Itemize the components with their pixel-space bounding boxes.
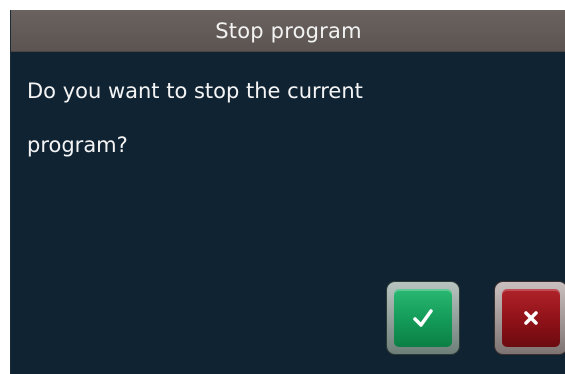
cancel-button[interactable] (495, 282, 565, 354)
dialog-title-bar: Stop program (11, 10, 565, 52)
stop-program-dialog: Stop program Do you want to stop the cur… (10, 10, 565, 374)
confirm-button-face (394, 289, 452, 347)
confirm-button[interactable] (387, 282, 459, 354)
dialog-title: Stop program (215, 19, 362, 43)
dialog-message: Do you want to stop the current program? (27, 79, 363, 157)
close-icon (521, 308, 541, 328)
cancel-button-face (502, 289, 560, 347)
checkmark-icon (412, 307, 434, 329)
